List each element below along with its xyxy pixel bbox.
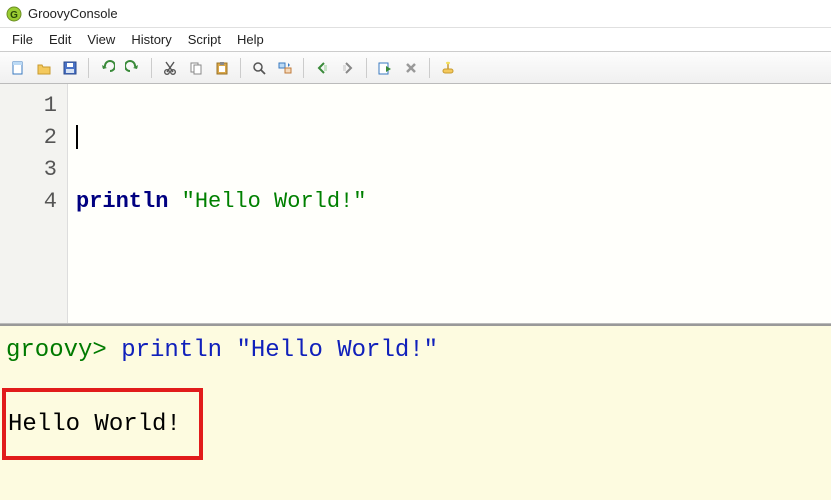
result-highlight-box: Hello World! bbox=[2, 388, 203, 460]
output-echo: println "Hello World!" bbox=[121, 337, 438, 364]
menu-file[interactable]: File bbox=[4, 30, 41, 49]
save-file-button[interactable] bbox=[58, 56, 82, 80]
output-result: Hello World! bbox=[8, 408, 181, 442]
stop-script-button[interactable] bbox=[399, 56, 423, 80]
clear-output-button[interactable] bbox=[436, 56, 460, 80]
menu-help[interactable]: Help bbox=[229, 30, 272, 49]
copy-button[interactable] bbox=[184, 56, 208, 80]
history-back-button[interactable] bbox=[310, 56, 334, 80]
output-prompt: groovy> bbox=[6, 337, 121, 364]
run-script-button[interactable] bbox=[373, 56, 397, 80]
code-line[interactable] bbox=[76, 122, 831, 154]
text-cursor bbox=[76, 125, 78, 149]
menu-history[interactable]: History bbox=[123, 30, 179, 49]
menu-edit[interactable]: Edit bbox=[41, 30, 79, 49]
editor-area[interactable]: 1 2 3 4 println "Hello World!" bbox=[0, 84, 831, 324]
find-button[interactable] bbox=[247, 56, 271, 80]
menu-script[interactable]: Script bbox=[180, 30, 229, 49]
code-line[interactable] bbox=[76, 154, 831, 186]
paste-button[interactable] bbox=[210, 56, 234, 80]
cut-button[interactable] bbox=[158, 56, 182, 80]
code-line[interactable] bbox=[76, 90, 831, 122]
menubar: File Edit View History Script Help bbox=[0, 28, 831, 52]
output-echo-line: groovy> println "Hello World!" bbox=[6, 334, 825, 368]
window-title: GroovyConsole bbox=[28, 6, 118, 21]
code-editor[interactable]: println "Hello World!" bbox=[68, 84, 831, 323]
line-number: 1 bbox=[0, 90, 67, 122]
replace-button[interactable] bbox=[273, 56, 297, 80]
app-icon: G bbox=[6, 6, 22, 22]
line-number: 2 bbox=[0, 122, 67, 154]
output-panel[interactable]: groovy> println "Hello World!" Hello Wor… bbox=[0, 324, 831, 500]
menu-view[interactable]: View bbox=[79, 30, 123, 49]
history-forward-button[interactable] bbox=[336, 56, 360, 80]
titlebar: G GroovyConsole bbox=[0, 0, 831, 28]
new-file-button[interactable] bbox=[6, 56, 30, 80]
svg-text:G: G bbox=[10, 10, 18, 21]
line-number: 3 bbox=[0, 154, 67, 186]
code-line[interactable]: println "Hello World!" bbox=[76, 186, 831, 218]
undo-button[interactable] bbox=[95, 56, 119, 80]
toolbar bbox=[0, 52, 831, 84]
line-number-gutter: 1 2 3 4 bbox=[0, 84, 68, 323]
redo-button[interactable] bbox=[121, 56, 145, 80]
line-number: 4 bbox=[0, 186, 67, 218]
open-file-button[interactable] bbox=[32, 56, 56, 80]
